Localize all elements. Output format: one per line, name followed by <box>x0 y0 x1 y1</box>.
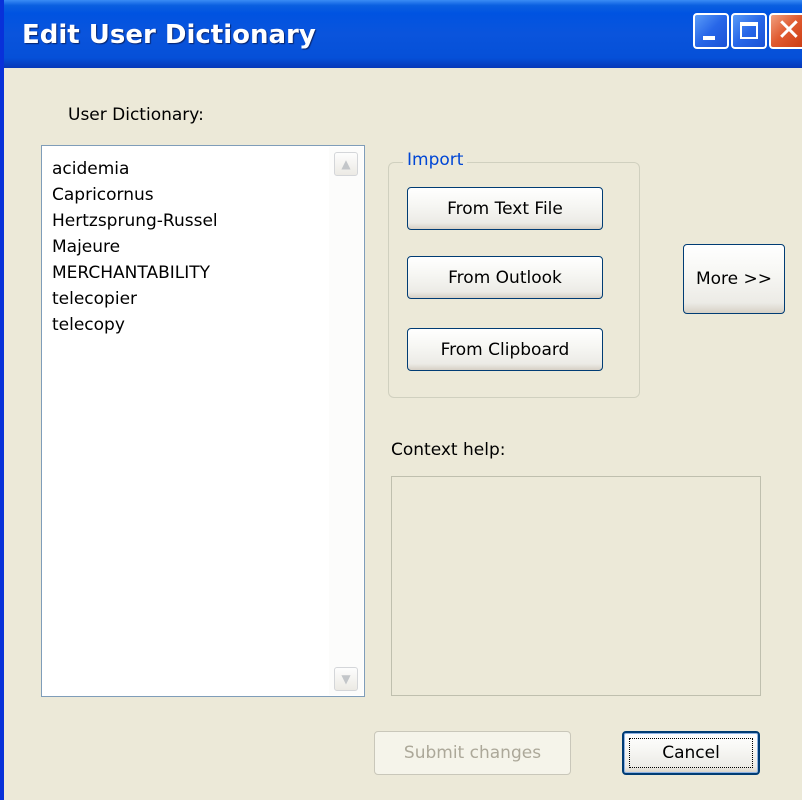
close-icon: ✕ <box>776 13 802 48</box>
from-clipboard-button[interactable]: From Clipboard <box>407 328 603 371</box>
list-item[interactable]: telecopy <box>52 312 218 338</box>
user-dictionary-listbox[interactable]: acidemia Capricornus Hertzsprung-Russel Maj… <box>41 145 365 697</box>
vertical-scrollbar[interactable]: ▲ ▼ <box>329 147 363 695</box>
dialog-window: Edit User Dictionary ✕ User Dictionary: … <box>0 0 802 800</box>
maximize-icon <box>740 22 758 39</box>
context-help-label: Context help: <box>391 440 506 460</box>
context-help-box <box>391 476 761 696</box>
minimize-icon <box>703 36 715 40</box>
scroll-up-icon[interactable]: ▲ <box>334 152 358 176</box>
user-dictionary-label: User Dictionary: <box>68 105 204 125</box>
more-button[interactable]: More >> <box>683 244 785 314</box>
from-text-file-button[interactable]: From Text File <box>407 187 603 230</box>
submit-changes-button[interactable]: Submit changes <box>374 731 571 775</box>
list-item[interactable]: acidemia <box>52 156 218 182</box>
list-item[interactable]: Majeure <box>52 234 218 260</box>
list-item[interactable]: Capricornus <box>52 182 218 208</box>
list-item[interactable]: MERCHANTABILITY <box>52 260 218 286</box>
import-group-label: Import <box>403 150 468 170</box>
minimize-button[interactable] <box>693 13 729 49</box>
from-outlook-button[interactable]: From Outlook <box>407 256 603 299</box>
list-item[interactable]: Hertzsprung-Russel <box>52 208 218 234</box>
list-item[interactable]: telecopier <box>52 286 218 312</box>
title-bar[interactable]: Edit User Dictionary ✕ <box>4 0 802 68</box>
maximize-button[interactable] <box>731 13 767 49</box>
scroll-down-icon[interactable]: ▼ <box>334 667 358 691</box>
cancel-button[interactable]: Cancel <box>622 731 760 775</box>
focus-ring <box>629 738 753 768</box>
close-button[interactable]: ✕ <box>769 13 802 49</box>
word-list: acidemia Capricornus Hertzsprung-Russel Maj… <box>52 156 218 338</box>
window-title: Edit User Dictionary <box>22 20 316 50</box>
